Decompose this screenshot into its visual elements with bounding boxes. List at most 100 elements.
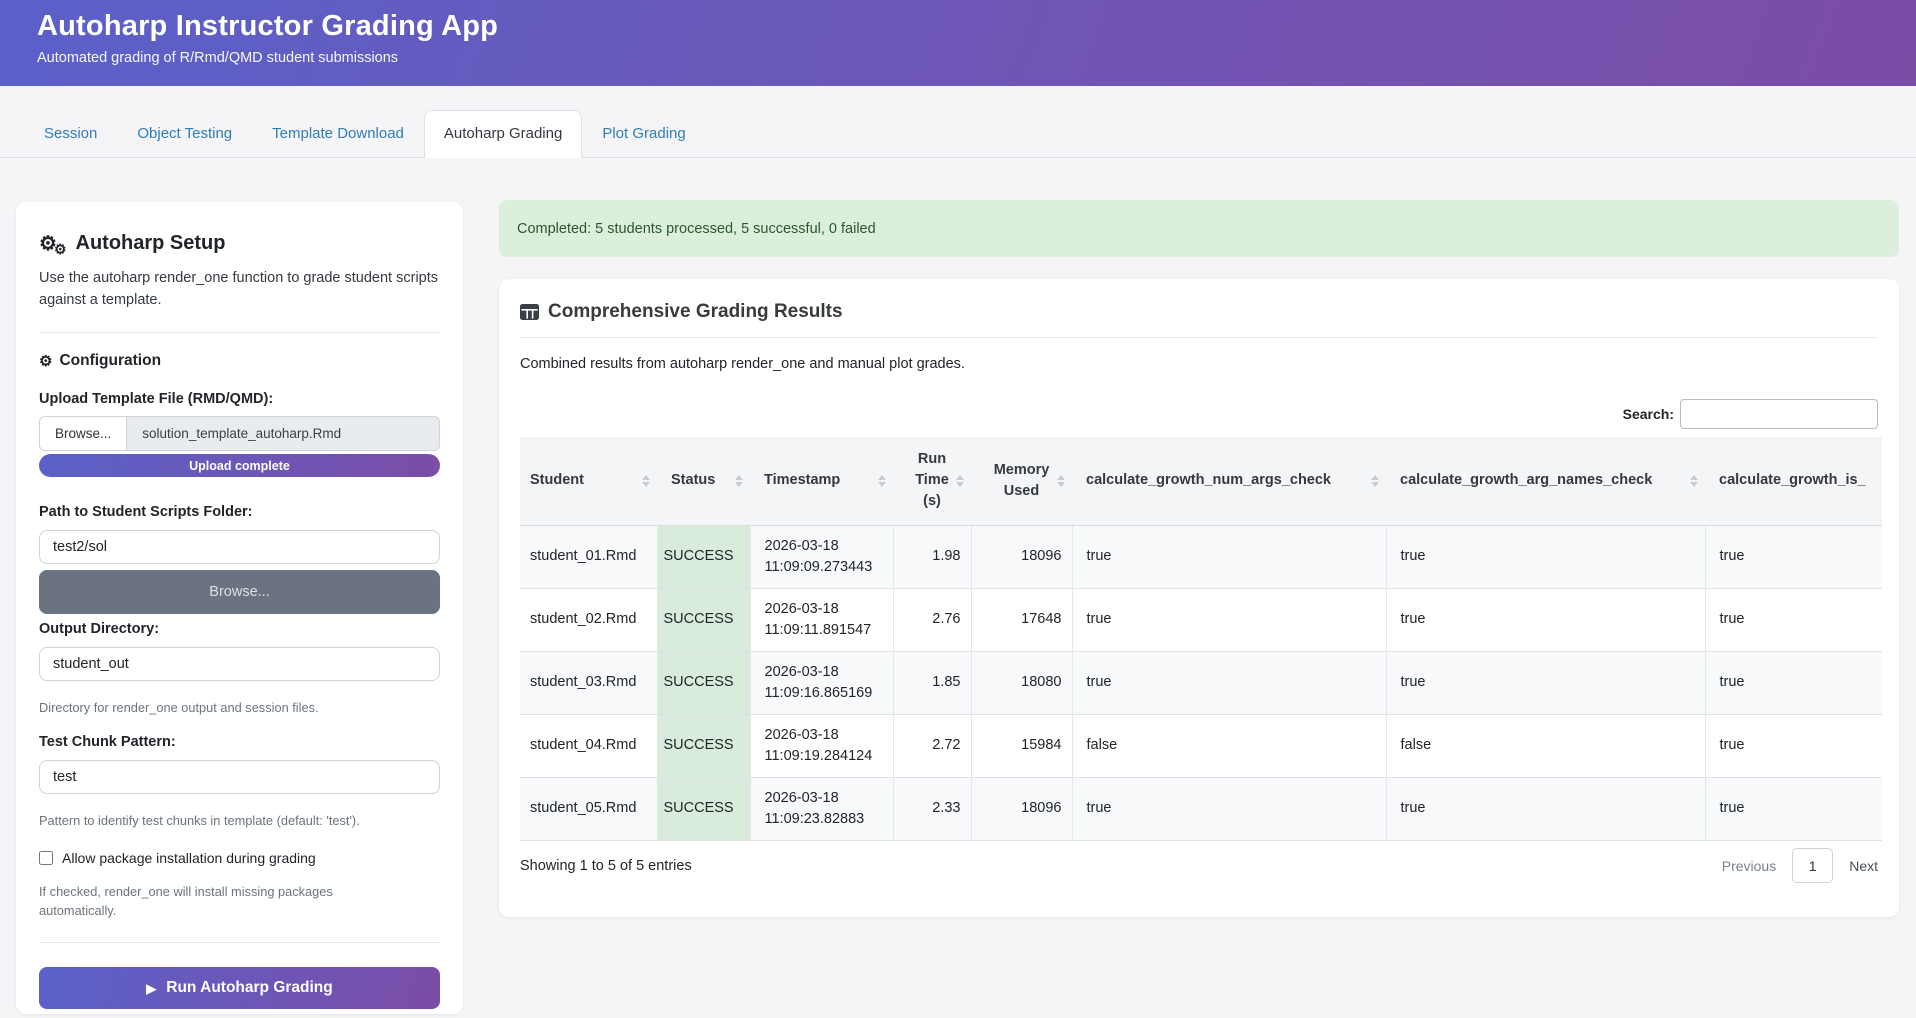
upload-template-label: Upload Template File (RMD/QMD): <box>39 391 440 407</box>
cell-memory: 18096 <box>971 525 1072 588</box>
cell-num-args-check: true <box>1072 588 1386 651</box>
cell-timestamp: 2026-03-1811:09:16.865169 <box>750 651 893 714</box>
col-header-run-time[interactable]: Run Time (s) <box>893 437 971 525</box>
cell-student: student_03.Rmd <box>520 651 657 714</box>
cell-run-time: 2.72 <box>893 714 971 777</box>
cell-num-args-check: false <box>1072 714 1386 777</box>
table-row[interactable]: student_05.Rmd SUCCESS 2026-03-1811:09:2… <box>520 777 1882 840</box>
cell-timestamp: 2026-03-1811:09:23.82883 <box>750 777 893 840</box>
cell-student: student_05.Rmd <box>520 777 657 840</box>
results-header: Comprehensive Grading Results <box>520 279 1878 338</box>
test-chunk-pattern-help: Pattern to identify test chunks in templ… <box>39 811 440 830</box>
results-table: Student Status Timestamp Run Time (s) Me… <box>520 437 1882 841</box>
cell-student: student_02.Rmd <box>520 588 657 651</box>
table-row[interactable]: student_04.Rmd SUCCESS 2026-03-1811:09:1… <box>520 714 1882 777</box>
cell-num-args-check: true <box>1072 777 1386 840</box>
allow-package-install-label: Allow package installation during gradin… <box>62 850 316 866</box>
configuration-heading: ⚙ Configuration <box>39 352 440 370</box>
upload-progress-bar: Upload complete <box>39 454 440 477</box>
cell-memory: 18096 <box>971 777 1072 840</box>
col-header-arg-names-check[interactable]: calculate_growth_arg_names_check <box>1386 437 1705 525</box>
cell-timestamp: 2026-03-1811:09:19.284124 <box>750 714 893 777</box>
output-directory-input[interactable] <box>39 647 440 681</box>
test-chunk-pattern-input[interactable] <box>39 760 440 794</box>
template-file-input[interactable]: Browse... solution_template_autoharp.Rmd <box>39 416 440 451</box>
autoharp-setup-panel: ⚙⚙ Autoharp Setup Use the autoharp rende… <box>16 202 463 1014</box>
col-header-memory-used[interactable]: Memory Used <box>971 437 1072 525</box>
tab-session[interactable]: Session <box>24 110 117 157</box>
divider <box>39 332 440 333</box>
file-browse-button[interactable]: Browse... <box>40 417 127 450</box>
app-header: Autoharp Instructor Grading App Automate… <box>0 0 1916 86</box>
app-subtitle: Automated grading of R/Rmd/QMD student s… <box>37 50 1916 66</box>
setup-description: Use the autoharp render_one function to … <box>39 267 440 311</box>
test-chunk-pattern-label: Test Chunk Pattern: <box>39 734 440 750</box>
table-header-row: Student Status Timestamp Run Time (s) Me… <box>520 437 1882 525</box>
cell-arg-names-check: true <box>1386 777 1705 840</box>
play-icon: ▶ <box>146 981 156 997</box>
scripts-browse-button[interactable]: Browse... <box>39 570 440 614</box>
cell-student: student_01.Rmd <box>520 525 657 588</box>
cell-arg-names-check: false <box>1386 714 1705 777</box>
table-row[interactable]: student_03.Rmd SUCCESS 2026-03-1811:09:1… <box>520 651 1882 714</box>
status-badge: SUCCESS <box>657 651 750 714</box>
run-autoharp-grading-button[interactable]: ▶ Run Autoharp Grading <box>39 967 440 1009</box>
output-directory-help: Directory for render_one output and sess… <box>39 698 440 717</box>
output-directory-label: Output Directory: <box>39 621 440 637</box>
gears-icon-small: ⚙ <box>54 242 67 256</box>
scripts-folder-input[interactable] <box>39 530 440 564</box>
col-header-student[interactable]: Student <box>520 437 657 525</box>
cell-is-check: true <box>1705 525 1882 588</box>
col-header-is-check[interactable]: calculate_growth_is_ <box>1705 437 1882 525</box>
sort-icon <box>1371 475 1379 487</box>
cell-memory: 18080 <box>971 651 1072 714</box>
status-badge: SUCCESS <box>657 525 750 588</box>
sort-icon <box>878 475 886 487</box>
allow-package-install-help: If checked, render_one will install miss… <box>39 882 369 920</box>
pagination-next[interactable]: Next <box>1849 858 1878 874</box>
grading-results-panel: Comprehensive Grading Results Combined r… <box>499 279 1899 917</box>
results-title: Comprehensive Grading Results <box>548 301 843 323</box>
cell-is-check: true <box>1705 651 1882 714</box>
cell-is-check: true <box>1705 714 1882 777</box>
cell-arg-names-check: true <box>1386 588 1705 651</box>
pagination-previous[interactable]: Previous <box>1722 858 1776 874</box>
cell-timestamp: 2026-03-1811:09:11.891547 <box>750 588 893 651</box>
cell-memory: 17648 <box>971 588 1072 651</box>
col-header-status[interactable]: Status <box>657 437 750 525</box>
tab-plot-grading[interactable]: Plot Grading <box>582 110 705 157</box>
cell-arg-names-check: true <box>1386 525 1705 588</box>
table-row[interactable]: student_01.Rmd SUCCESS 2026-03-1811:09:0… <box>520 525 1882 588</box>
uploaded-filename: solution_template_autoharp.Rmd <box>127 417 356 450</box>
status-badge: SUCCESS <box>657 777 750 840</box>
cell-num-args-check: true <box>1072 525 1386 588</box>
col-header-num-args-check[interactable]: calculate_growth_num_args_check <box>1072 437 1386 525</box>
results-subtitle: Combined results from autoharp render_on… <box>520 356 1878 372</box>
cell-run-time: 1.85 <box>893 651 971 714</box>
cell-arg-names-check: true <box>1386 651 1705 714</box>
results-table-container[interactable]: Student Status Timestamp Run Time (s) Me… <box>520 437 1882 841</box>
cell-num-args-check: true <box>1072 651 1386 714</box>
cell-run-time: 1.98 <box>893 525 971 588</box>
search-input[interactable] <box>1680 399 1878 429</box>
pagination-page-1[interactable]: 1 <box>1792 848 1833 883</box>
completion-alert-text: Completed: 5 students processed, 5 succe… <box>517 221 876 237</box>
completion-alert: Completed: 5 students processed, 5 succe… <box>499 200 1899 257</box>
setup-heading: ⚙⚙ Autoharp Setup <box>39 232 440 255</box>
col-header-timestamp[interactable]: Timestamp <box>750 437 893 525</box>
table-icon <box>520 304 539 320</box>
tab-template-download[interactable]: Template Download <box>252 110 424 157</box>
setup-heading-label: Autoharp Setup <box>76 232 226 255</box>
status-badge: SUCCESS <box>657 714 750 777</box>
table-row[interactable]: student_02.Rmd SUCCESS 2026-03-1811:09:1… <box>520 588 1882 651</box>
tab-autoharp-grading[interactable]: Autoharp Grading <box>424 110 582 158</box>
tab-object-testing[interactable]: Object Testing <box>117 110 252 157</box>
tab-bar: Session Object Testing Template Download… <box>0 86 1916 158</box>
pagination: Previous 1 Next <box>1722 848 1878 883</box>
cell-memory: 15984 <box>971 714 1072 777</box>
cell-run-time: 2.33 <box>893 777 971 840</box>
configuration-label: Configuration <box>59 352 161 370</box>
cell-is-check: true <box>1705 777 1882 840</box>
allow-package-install-checkbox[interactable] <box>39 851 53 865</box>
search-label: Search: <box>1623 406 1674 422</box>
